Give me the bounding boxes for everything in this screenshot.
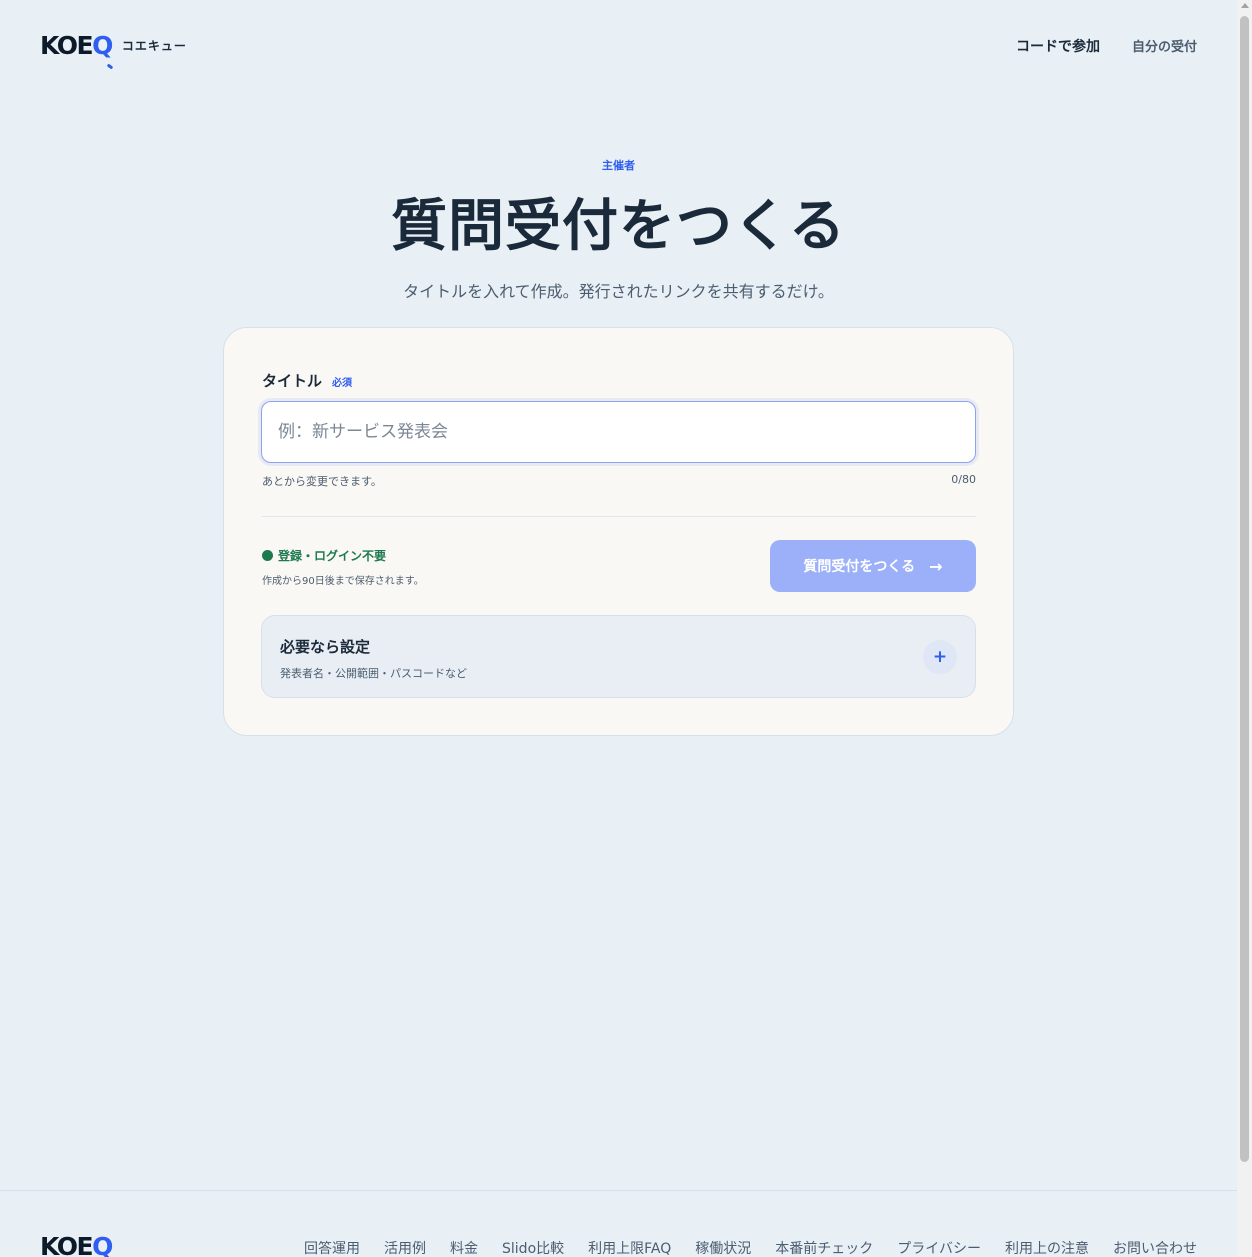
footer-nav: 回答運用 活用例 料金 Slido比較 利用上限FAQ 稼働状況 本番前チェック… [304, 1238, 1197, 1257]
footer-link-pricing[interactable]: 料金 [450, 1238, 478, 1257]
logo-q: Q [92, 31, 113, 70]
logo-q-tail-icon [106, 63, 114, 70]
title-hint: あとから変更できます。 [262, 475, 382, 488]
retention-note: 作成から90日後まで保存されます。 [262, 576, 424, 587]
brand-kana: コエキュー [121, 39, 187, 53]
title-field-label: タイトル 必須 [262, 370, 352, 391]
footer-logo[interactable]: KOEQ [40, 1232, 113, 1257]
page: KOEQ コエキュー コードで参加 自分の受付 主催者 質問受付をつくる タイト… [0, 0, 1252, 1257]
create-button-label: 質問受付をつくる [803, 559, 916, 575]
create-session-button[interactable]: 質問受付をつくる → [770, 540, 976, 592]
footer-link-answer-ops[interactable]: 回答運用 [304, 1238, 360, 1257]
footer-link-status[interactable]: 稼働状況 [695, 1238, 751, 1257]
footer-link-slido-compare[interactable]: Slido比較 [502, 1238, 564, 1257]
no-signup-text: 登録・ログイン不要 [278, 549, 387, 563]
page-subtitle: タイトルを入れて作成。発行されたリンクを共有するだけ。 [403, 282, 834, 301]
plus-icon[interactable]: + [923, 640, 957, 674]
scroll-up-arrow-icon[interactable] [1241, 3, 1249, 8]
create-form-card: タイトル 必須 あとから変更できます。 0/80 登録・ログイン不要 作成から9… [223, 327, 1014, 736]
logo-q-letter: Q [92, 31, 113, 60]
footer-logo-q: Q [92, 1232, 113, 1257]
footer-link-privacy[interactable]: プライバシー [897, 1238, 981, 1257]
hero-eyebrow: 主催者 [602, 159, 635, 172]
page-title: 質問受付をつくる [391, 194, 846, 259]
header-nav: コードで参加 自分の受付 [1016, 36, 1197, 56]
logo-wordmark: KOEQ [40, 31, 113, 70]
required-badge: 必須 [332, 378, 353, 389]
logo-text: KOE [40, 31, 94, 60]
arrow-right-icon: → [929, 556, 943, 576]
footer-link-contact[interactable]: お問い合わせ [1113, 1238, 1197, 1257]
footer-link-limits-faq[interactable]: 利用上限FAQ [588, 1238, 671, 1257]
vertical-scrollbar[interactable] [1237, 0, 1252, 1257]
title-label: タイトル [262, 372, 323, 390]
footer-link-terms[interactable]: 利用上の注意 [1005, 1238, 1089, 1257]
char-counter: 0/80 [951, 473, 976, 486]
footer-logo-text: KOE [40, 1232, 94, 1257]
nav-my-sessions[interactable]: 自分の受付 [1132, 36, 1197, 56]
nav-join-by-code[interactable]: コードで参加 [1016, 36, 1100, 56]
title-input[interactable] [261, 401, 976, 463]
green-dot-icon [262, 550, 273, 561]
title-hint-row: あとから変更できます。 0/80 [262, 473, 976, 489]
site-footer: KOEQ 回答運用 活用例 料金 Slido比較 利用上限FAQ 稼働状況 本番… [0, 1190, 1237, 1257]
divider [262, 516, 976, 517]
site-header: KOEQ コエキュー コードで参加 自分の受付 [40, 28, 1197, 70]
scrollbar-thumb[interactable] [1240, 16, 1249, 1162]
optional-settings-panel[interactable]: 必要なら設定 発表者名・公開範囲・パスコードなど + [261, 615, 976, 698]
footer-link-use-cases[interactable]: 活用例 [384, 1238, 426, 1257]
footer-link-preflight[interactable]: 本番前チェック [775, 1238, 873, 1257]
no-signup-badge: 登録・ログイン不要 [262, 547, 386, 564]
settings-title: 必要なら設定 [280, 638, 371, 656]
brand-logo-link[interactable]: KOEQ コエキュー [40, 31, 187, 70]
settings-subtitle: 発表者名・公開範囲・パスコードなど [280, 667, 467, 680]
